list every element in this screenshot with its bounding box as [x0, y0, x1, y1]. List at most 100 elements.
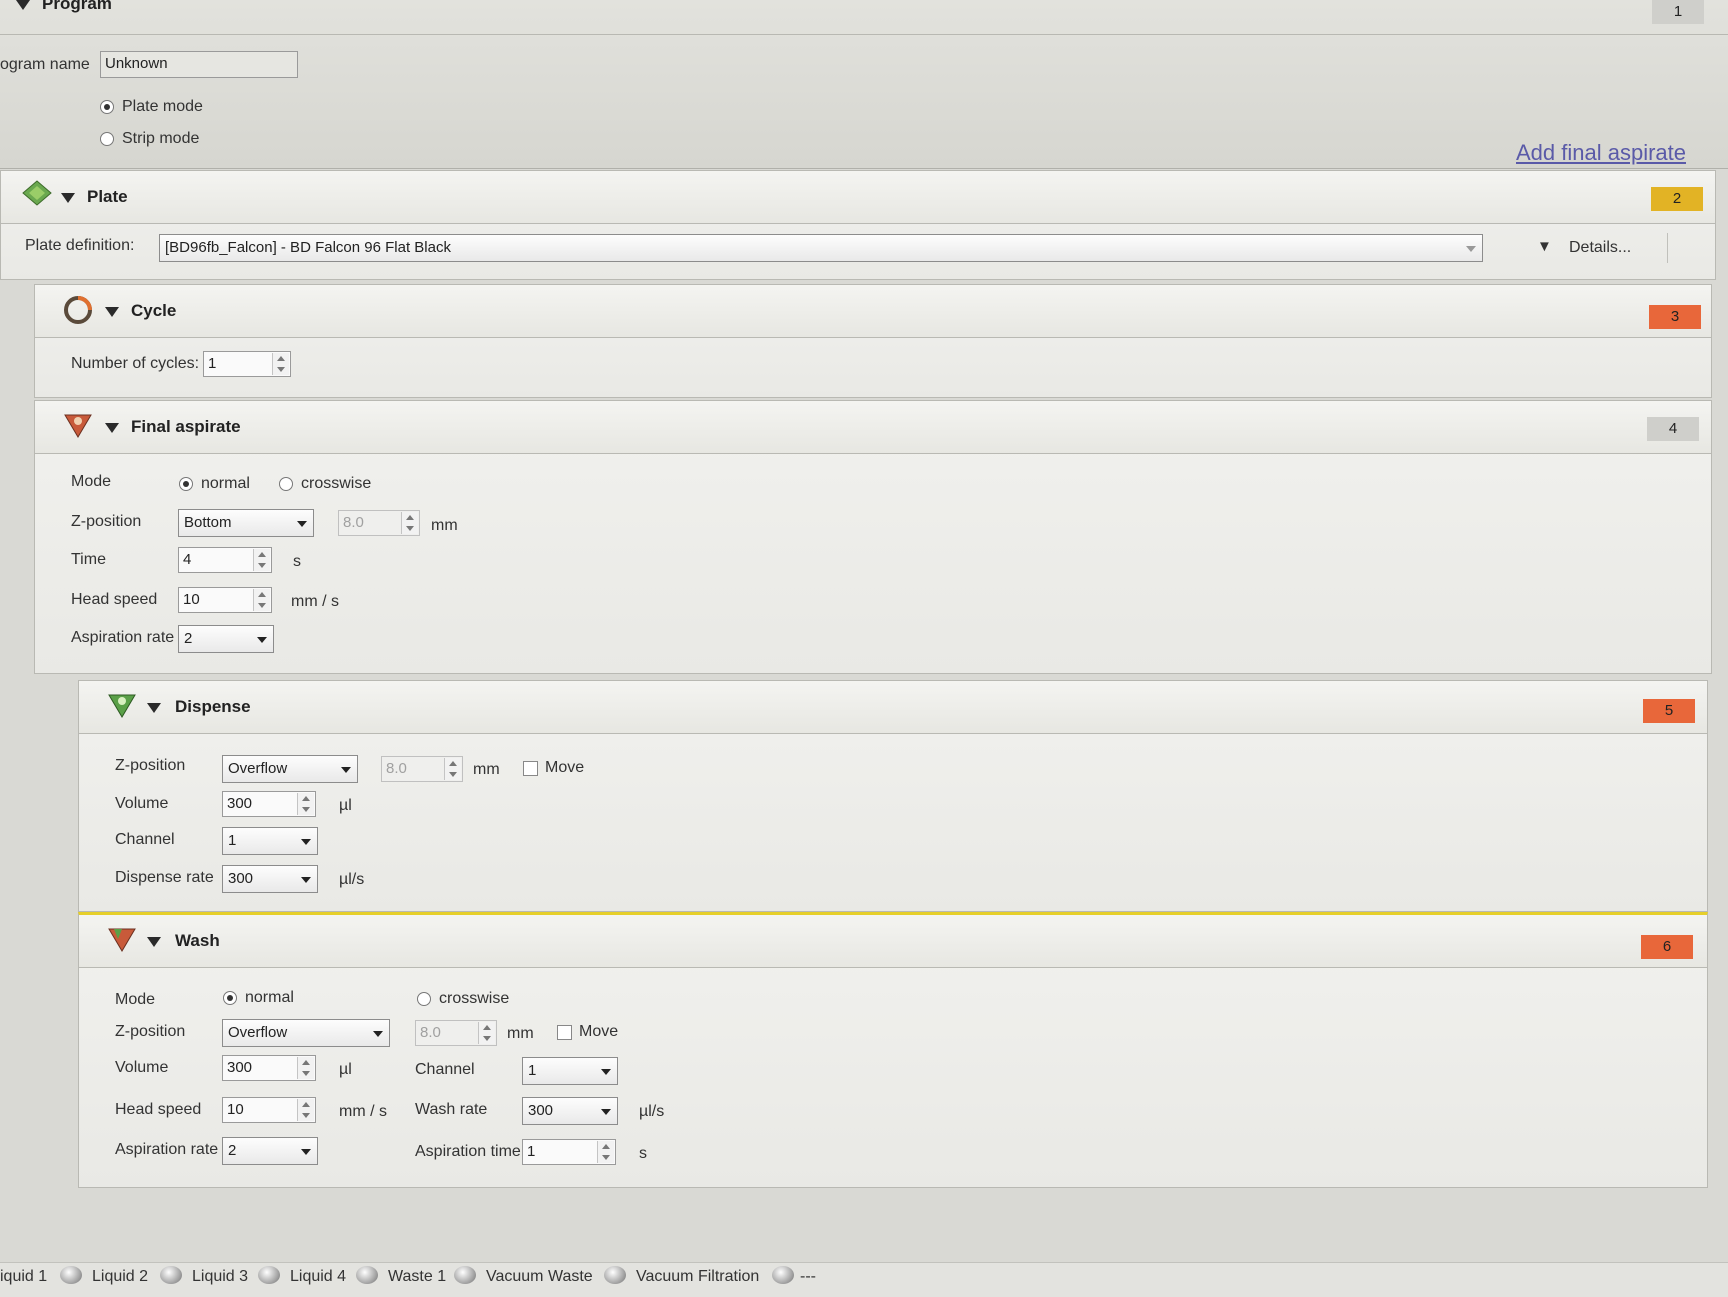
wash-z-position-label: Z-position	[115, 1023, 186, 1040]
wash-head-speed-value: 10	[227, 1101, 244, 1118]
liquid-bottle-icon	[772, 1266, 794, 1284]
fa-head-speed-label: Head speed	[71, 591, 158, 608]
dsp-rate-select[interactable]: 300	[222, 865, 318, 893]
wash-aspiration-rate-label: Aspiration rate	[115, 1141, 219, 1158]
cycles-input[interactable]: 1	[203, 351, 291, 377]
wash-channel-select[interactable]: 1	[522, 1057, 618, 1085]
fa-crosswise-label: crosswise	[301, 475, 372, 492]
footer-item-vacuum-waste[interactable]: Vacuum Waste	[486, 1268, 593, 1286]
fa-aspiration-rate-select[interactable]: 2	[178, 625, 274, 653]
fa-time-label: Time	[71, 551, 106, 568]
liquid-bottle-icon	[454, 1266, 476, 1284]
fa-head-speed-value: 10	[183, 591, 200, 608]
wash-collapse-arrow-icon[interactable]	[147, 937, 161, 947]
final-aspirate-header: Final aspirate 4	[35, 401, 1711, 454]
add-final-aspirate-link[interactable]: Add final aspirate	[1516, 140, 1686, 166]
wash-section: Wash 6 Mode normal crosswise Z-position …	[78, 912, 1708, 1188]
dsp-z-position-label: Z-position	[115, 757, 186, 774]
wash-volume-input[interactable]: 300	[222, 1055, 316, 1081]
footer-item-liquid-2[interactable]: Liquid 2	[92, 1268, 148, 1286]
wash-z-position-select[interactable]: Overflow	[222, 1019, 390, 1047]
liquid-bottle-icon	[604, 1266, 626, 1284]
wash-normal-radio[interactable]	[223, 991, 237, 1005]
strip-mode-radio[interactable]	[100, 132, 114, 146]
fa-z-mm-value: 8.0	[343, 514, 364, 531]
wash-aspiration-time-input[interactable]: 1	[522, 1139, 616, 1165]
dispense-number-badge: 5	[1643, 699, 1695, 723]
cycle-section: Cycle 3 Number of cycles: 1	[34, 284, 1712, 398]
wash-head-speed-input[interactable]: 10	[222, 1097, 316, 1123]
spinner-icon[interactable]	[253, 549, 270, 571]
wash-number-badge: 6	[1641, 935, 1693, 959]
fa-z-position-select[interactable]: Bottom	[178, 509, 314, 537]
footer-item-vacuum-filtration[interactable]: Vacuum Filtration	[636, 1268, 759, 1286]
program-header: Program 1	[0, 0, 1728, 35]
spinner-icon[interactable]	[297, 793, 314, 815]
wash-move-checkbox[interactable]	[557, 1025, 572, 1040]
spinner-icon[interactable]	[297, 1099, 314, 1121]
wash-aspiration-rate-select[interactable]: 2	[222, 1137, 318, 1165]
footer-item-more[interactable]: ---	[800, 1268, 816, 1286]
wash-rate-unit: µl/s	[639, 1103, 665, 1120]
plate-title: Plate	[87, 187, 128, 206]
fa-time-unit: s	[293, 553, 301, 570]
plate-definition-select[interactable]: [BD96fb_Falcon] - BD Falcon 96 Flat Blac…	[159, 234, 1483, 262]
dsp-channel-select[interactable]: 1	[222, 827, 318, 855]
plate-header: Plate 2	[1, 171, 1715, 224]
chevron-down-icon	[301, 839, 311, 845]
final-aspirate-title: Final aspirate	[131, 417, 241, 436]
footer-item-liquid-3[interactable]: Liquid 3	[192, 1268, 248, 1286]
dsp-volume-label: Volume	[115, 795, 169, 812]
wash-channel-value: 1	[528, 1062, 537, 1079]
spinner-icon[interactable]	[297, 1057, 314, 1079]
plate-collapse-arrow-icon[interactable]	[61, 193, 75, 203]
wash-z-position-value: Overflow	[228, 1024, 288, 1041]
fa-mode-label: Mode	[71, 473, 112, 490]
spinner-icon[interactable]	[401, 512, 418, 534]
plate-section: Plate 2 Plate definition: [BD96fb_Falcon…	[0, 170, 1716, 280]
fa-normal-radio[interactable]	[179, 477, 193, 491]
fa-z-mm-input[interactable]: 8.0	[338, 510, 420, 536]
wash-z-mm-input[interactable]: 8.0	[415, 1020, 497, 1046]
spinner-icon[interactable]	[272, 353, 289, 375]
footer-item-liquid-4[interactable]: Liquid 4	[290, 1268, 346, 1286]
program-title: Program	[42, 0, 112, 13]
wash-volume-label: Volume	[115, 1059, 169, 1076]
spinner-icon[interactable]	[253, 589, 270, 611]
program-section: Program 1 ogram name Unknown Plate mode …	[0, 0, 1728, 169]
wash-crosswise-radio[interactable]	[417, 992, 431, 1006]
dsp-volume-input[interactable]: 300	[222, 791, 316, 817]
wash-rate-select[interactable]: 300	[522, 1097, 618, 1125]
liquid-bottle-icon	[356, 1266, 378, 1284]
program-name-input[interactable]: Unknown	[100, 51, 298, 78]
fa-time-input[interactable]: 4	[178, 547, 272, 573]
spinner-icon[interactable]	[597, 1141, 614, 1163]
cycle-collapse-arrow-icon[interactable]	[105, 307, 119, 317]
dsp-move-label: Move	[545, 759, 585, 776]
collapse-arrow-icon[interactable]	[16, 0, 30, 10]
cycles-label: Number of cycles:	[71, 355, 200, 372]
final-aspirate-collapse-arrow-icon[interactable]	[105, 423, 119, 433]
plate-definition-value: [BD96fb_Falcon] - BD Falcon 96 Flat Blac…	[165, 239, 451, 256]
cycle-header: Cycle 3	[35, 285, 1711, 338]
footer-item-waste-1[interactable]: Waste 1	[388, 1268, 446, 1286]
dispense-collapse-arrow-icon[interactable]	[147, 703, 161, 713]
dsp-move-checkbox[interactable]	[523, 761, 538, 776]
details-label: Details...	[1569, 239, 1632, 256]
fa-head-speed-input[interactable]: 10	[178, 587, 272, 613]
dsp-z-mm-input[interactable]: 8.0	[381, 756, 463, 782]
spinner-icon[interactable]	[444, 758, 461, 780]
footer-item-liquid-1[interactable]: iquid 1	[0, 1268, 47, 1286]
spinner-icon[interactable]	[478, 1022, 495, 1044]
cycles-value: 1	[208, 355, 217, 372]
dsp-rate-label: Dispense rate	[115, 869, 214, 886]
details-button[interactable]: ▼ Details...	[1517, 233, 1668, 263]
plate-mode-radio[interactable]	[100, 100, 114, 114]
dsp-z-position-select[interactable]: Overflow	[222, 755, 358, 783]
dsp-rate-value: 300	[228, 870, 254, 887]
wash-mm-unit: mm	[507, 1025, 534, 1042]
strip-mode-label: Strip mode	[122, 130, 200, 147]
fa-aspiration-rate-label: Aspiration rate	[71, 629, 175, 646]
fa-time-value: 4	[183, 551, 192, 568]
fa-crosswise-radio[interactable]	[279, 477, 293, 491]
